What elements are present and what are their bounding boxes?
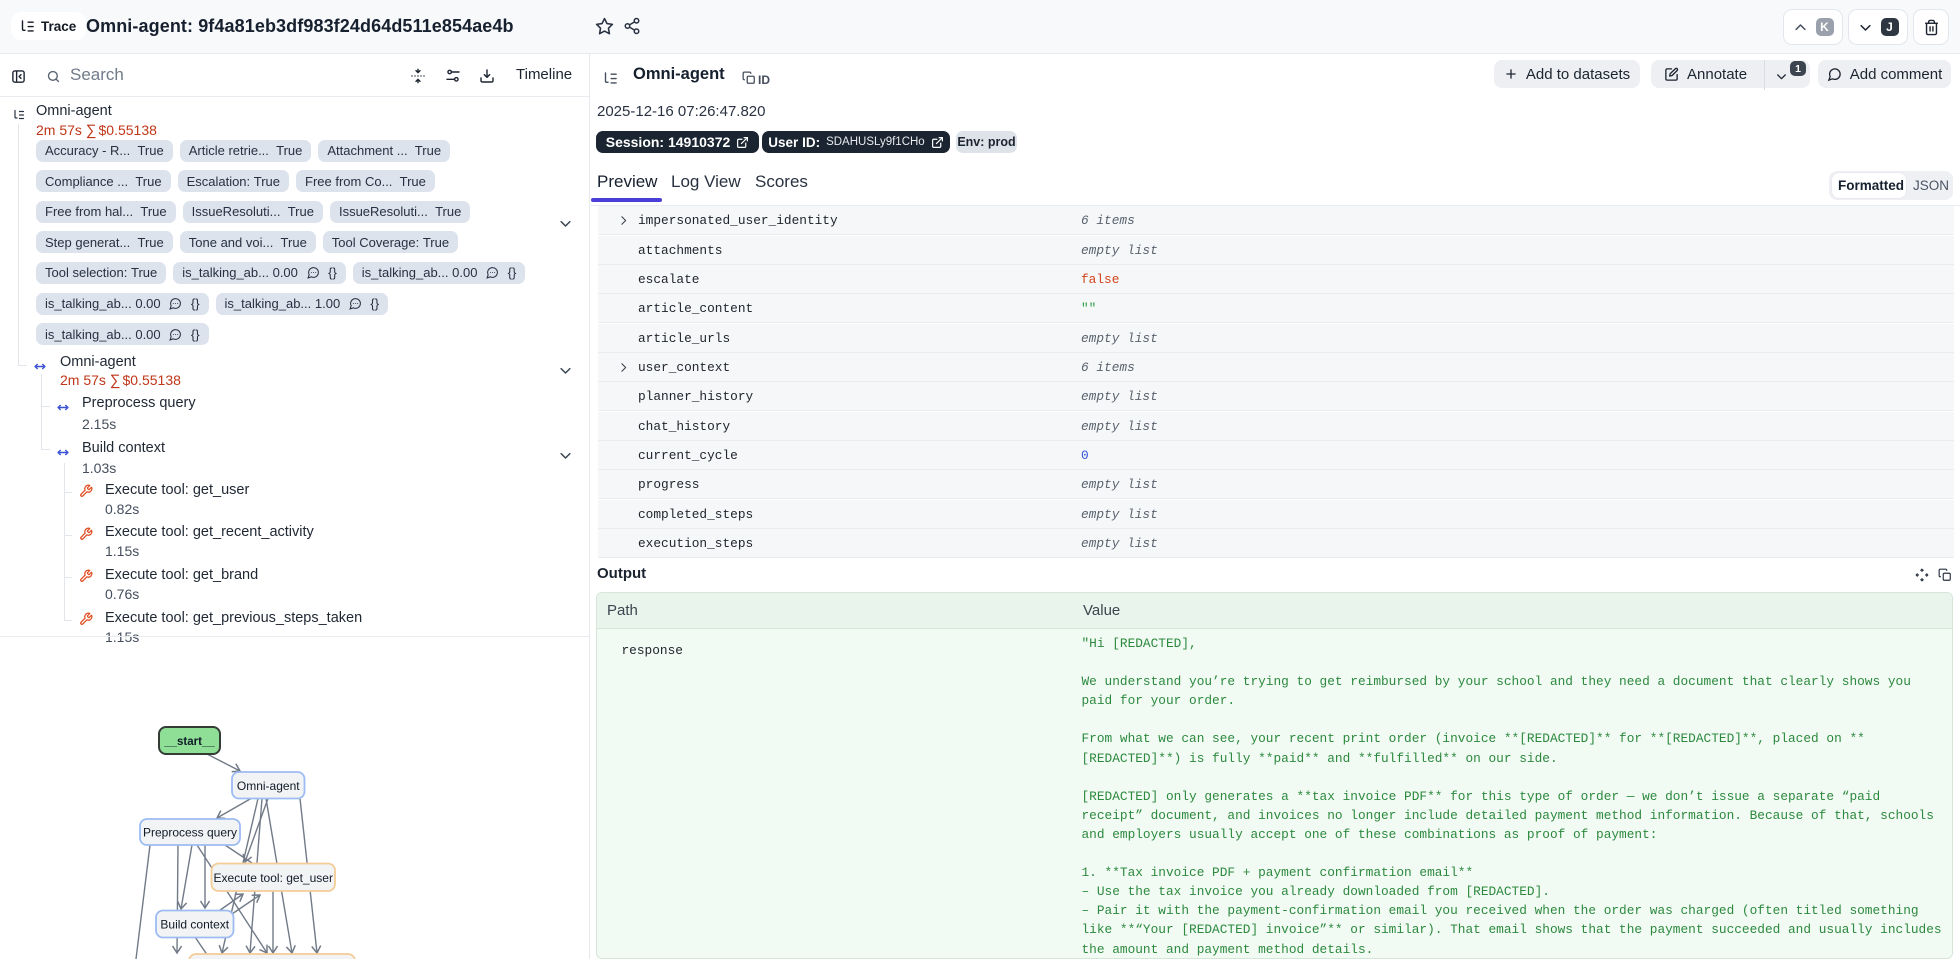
svg-text:Preprocess query: Preprocess query xyxy=(143,826,237,840)
svg-text:__start__: __start__ xyxy=(163,736,215,748)
svg-text:Execute tool: get_user: Execute tool: get_user xyxy=(214,871,333,885)
svg-text:Omni-agent: Omni-agent xyxy=(237,779,300,793)
svg-text:Build context: Build context xyxy=(160,918,229,932)
